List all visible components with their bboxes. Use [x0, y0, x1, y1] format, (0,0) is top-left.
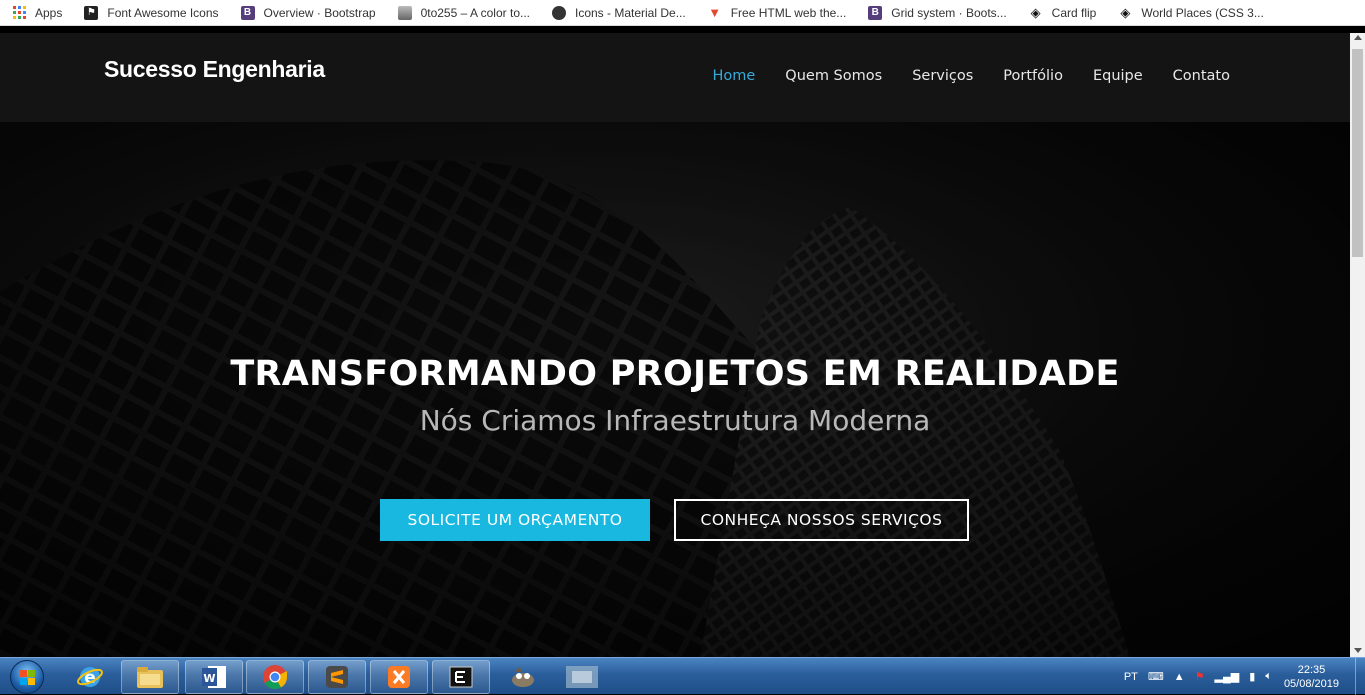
nav-contato[interactable]: Contato	[1173, 68, 1230, 84]
bookmarks-bar: Apps ⚑ Font Awesome Icons B Overview · B…	[0, 0, 1365, 26]
windows-logo-icon	[10, 659, 44, 694]
sublime-text-icon[interactable]	[308, 660, 366, 694]
file-explorer-icon[interactable]	[121, 660, 179, 694]
free-html-icon: ▼	[708, 5, 722, 20]
bookmark-label: Icons - Material De...	[575, 5, 686, 20]
flag-icon: ⚑	[84, 5, 99, 20]
bookmark-label: Overview · Bootstrap	[263, 5, 376, 20]
apps-grid-icon	[13, 6, 26, 19]
our-services-button[interactable]: CONHEÇA NOSSOS SERVIÇOS	[674, 499, 969, 541]
bookmark-label: 0to255 – A color to...	[420, 5, 530, 20]
internet-explorer-icon[interactable]: e	[64, 660, 116, 694]
site-navbar: Sucesso Engenharia Home Quem Somos Servi…	[0, 33, 1350, 122]
taskbar-clock[interactable]: 22:35 05/08/2019	[1284, 663, 1339, 691]
network-signal-icon[interactable]: ▂▄▆	[1215, 670, 1240, 683]
hero-title: TRANSFORMANDO PROJETOS EM REALIDADE	[230, 354, 1120, 394]
hero-subtitle: Nós Criamos Infraestrutura Moderna	[419, 404, 931, 437]
keyboard-icon[interactable]: ⌨	[1148, 670, 1164, 683]
nav-equipe[interactable]: Equipe	[1093, 68, 1143, 84]
page-scrollbar[interactable]	[1350, 33, 1365, 657]
material-icon	[552, 5, 566, 20]
chrome-icon[interactable]	[246, 660, 304, 694]
clock-date: 05/08/2019	[1283, 677, 1339, 690]
codepen-icon: ◈	[1030, 4, 1041, 20]
action-center-flag-icon[interactable]: ⚑	[1195, 670, 1205, 683]
gimp-icon[interactable]	[497, 660, 549, 694]
bookmark-apps[interactable]: Apps	[10, 2, 65, 24]
web-page: Sucesso Engenharia Home Quem Somos Servi…	[0, 33, 1350, 657]
bookmark-label: Grid system · Boots...	[891, 5, 1007, 20]
bookmark-card-flip[interactable]: ◈ Card flip	[1026, 2, 1100, 24]
power-icon[interactable]: ▮	[1249, 670, 1255, 683]
bootstrap-icon: B	[240, 5, 255, 20]
request-quote-button[interactable]: SOLICITE UM ORÇAMENTO	[380, 499, 650, 541]
bookmark-world-places[interactable]: ◈ World Places (CSS 3...	[1115, 2, 1266, 24]
scrollbar-thumb[interactable]	[1352, 49, 1363, 257]
xampp-icon[interactable]	[370, 660, 428, 694]
bookmark-0to255[interactable]: 0to255 – A color to...	[395, 2, 533, 24]
volume-icon[interactable]: 🔈︎	[1265, 670, 1272, 683]
scroll-down-arrow-icon[interactable]	[1354, 648, 1362, 653]
terminal-icon[interactable]	[432, 660, 490, 694]
scroll-up-arrow-icon[interactable]	[1354, 35, 1362, 40]
bookmark-label: Card flip	[1051, 5, 1097, 20]
bootstrap-icon: B	[868, 5, 883, 20]
svg-text:W: W	[203, 672, 215, 685]
bookmark-label: Apps	[35, 5, 63, 20]
bookmark-label: World Places (CSS 3...	[1141, 5, 1264, 20]
site-brand[interactable]: Sucesso Engenharia	[104, 56, 325, 83]
codepen-icon: ◈	[1120, 4, 1131, 20]
nav-quem-somos[interactable]: Quem Somos	[785, 68, 882, 84]
word-icon[interactable]: W	[185, 660, 243, 694]
bookmark-free-html[interactable]: ▼ Free HTML web the...	[705, 2, 850, 24]
system-tray: PT ⌨ ▲ ⚑ ▂▄▆ ▮ 🔈︎ 22:35 05/08/2019	[1114, 658, 1365, 695]
windows-taskbar: e W PT ⌨ ▲ ⚑ ▂▄▆ ▮ 🔈︎ 22:35 05/08/2019	[0, 657, 1365, 695]
language-indicator[interactable]: PT	[1124, 671, 1138, 683]
bookmark-bootstrap-overview[interactable]: B Overview · Bootstrap	[238, 2, 379, 24]
hero-section: TRANSFORMANDO PROJETOS EM REALIDADE Nós …	[0, 122, 1350, 657]
bookmark-font-awesome[interactable]: ⚑ Font Awesome Icons	[81, 2, 221, 24]
start-button[interactable]	[4, 658, 50, 695]
clock-time: 22:35	[1297, 663, 1326, 676]
bookmark-label: Free HTML web the...	[730, 5, 847, 20]
bookmark-label: Font Awesome Icons	[107, 5, 219, 20]
nav-servicos[interactable]: Serviços	[912, 68, 973, 84]
bookmark-material-icons[interactable]: Icons - Material De...	[549, 2, 689, 24]
main-nav: Home Quem Somos Serviços Portfólio Equip…	[682, 68, 1230, 84]
show-hidden-icons-icon[interactable]: ▲	[1174, 671, 1185, 683]
app-thumbnail-icon[interactable]	[556, 660, 608, 694]
nav-home[interactable]: Home	[712, 68, 755, 84]
page-icon	[397, 5, 412, 20]
show-desktop-button[interactable]	[1355, 658, 1365, 695]
nav-portfolio[interactable]: Portfólio	[1003, 68, 1063, 84]
bookmark-grid-system[interactable]: B Grid system · Boots...	[865, 2, 1009, 24]
